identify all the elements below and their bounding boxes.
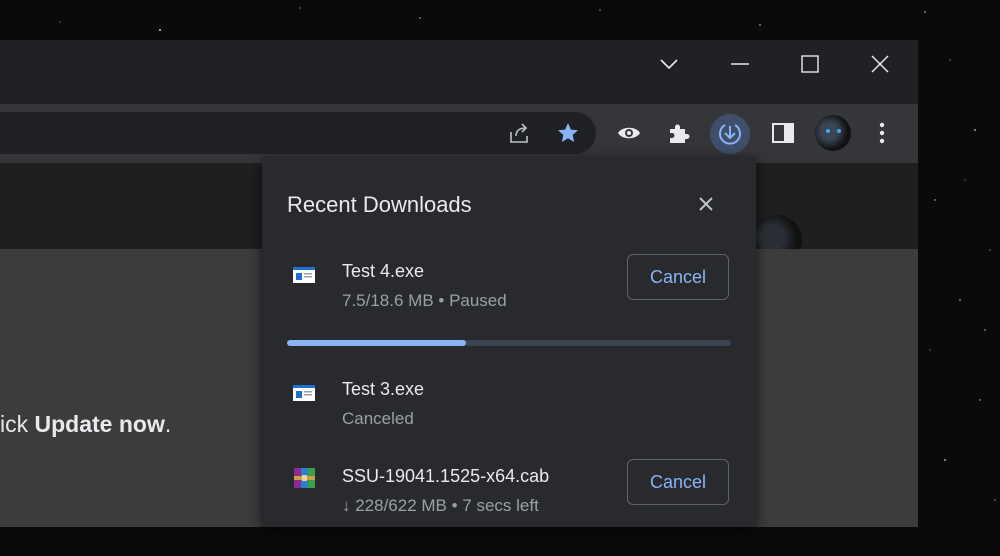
menu-icon — [879, 122, 885, 144]
maximize-icon — [801, 55, 819, 73]
side-panel-button[interactable] — [765, 115, 801, 151]
tab-search-button[interactable] — [646, 48, 692, 80]
download-status: Canceled — [342, 409, 414, 428]
downloads-panel: Recent Downloads Test 4.exe 7.5/18.6 MB … — [262, 156, 756, 527]
close-icon — [871, 55, 889, 73]
download-item[interactable]: Test 3.exe Canceled — [262, 379, 756, 469]
exe-file-icon — [293, 385, 315, 401]
avatar[interactable] — [815, 115, 851, 151]
close-window-button[interactable] — [857, 48, 903, 80]
exe-file-icon — [293, 267, 315, 283]
browser-toolbar — [0, 104, 918, 163]
star-icon — [558, 123, 578, 142]
puzzle-icon — [670, 124, 690, 143]
side-panel-icon — [772, 123, 794, 143]
eye-icon — [618, 127, 640, 139]
download-status: ↓ 228/622 MB • 7 secs left — [342, 496, 539, 515]
share-icon — [510, 123, 528, 143]
panel-title: Recent Downloads — [287, 192, 472, 217]
download-item[interactable]: Test 4.exe 7.5/18.6 MB • Paused Cancel — [262, 254, 756, 351]
download-file-name: SSU-19041.1525-x64.cab — [342, 466, 550, 486]
download-progress-fill — [287, 340, 466, 346]
share-button[interactable] — [501, 115, 537, 151]
maximize-button[interactable] — [787, 48, 833, 80]
profile-cat-icon — [826, 129, 841, 133]
download-status: 7.5/18.6 MB • Paused — [342, 291, 507, 310]
download-item[interactable]: SSU-19041.1525-x64.cab ↓ 228/622 MB • 7 … — [262, 459, 756, 556]
title-bar — [0, 40, 918, 104]
cancel-download-button[interactable]: Cancel — [627, 459, 729, 505]
download-icon — [719, 124, 741, 145]
download-progress-bar — [287, 340, 731, 346]
close-icon — [699, 197, 713, 211]
downloads-button[interactable] — [710, 114, 750, 154]
download-file-name: Test 3.exe — [342, 379, 425, 399]
update-now-text: Update now — [34, 411, 165, 437]
archive-file-icon — [294, 468, 315, 488]
extensions-button[interactable] — [661, 115, 697, 151]
chevron-down-icon — [660, 59, 678, 69]
minimize-button[interactable] — [717, 48, 763, 80]
panel-close-button[interactable] — [694, 192, 718, 216]
minimize-icon — [731, 63, 749, 65]
cancel-download-button[interactable]: Cancel — [627, 254, 729, 300]
page-instruction-text: ick Update now. — [0, 411, 172, 437]
bookmark-button[interactable] — [550, 115, 586, 151]
download-file-name: Test 4.exe — [342, 261, 425, 281]
menu-button[interactable] — [864, 115, 900, 151]
eye-extension-button[interactable] — [611, 115, 647, 151]
